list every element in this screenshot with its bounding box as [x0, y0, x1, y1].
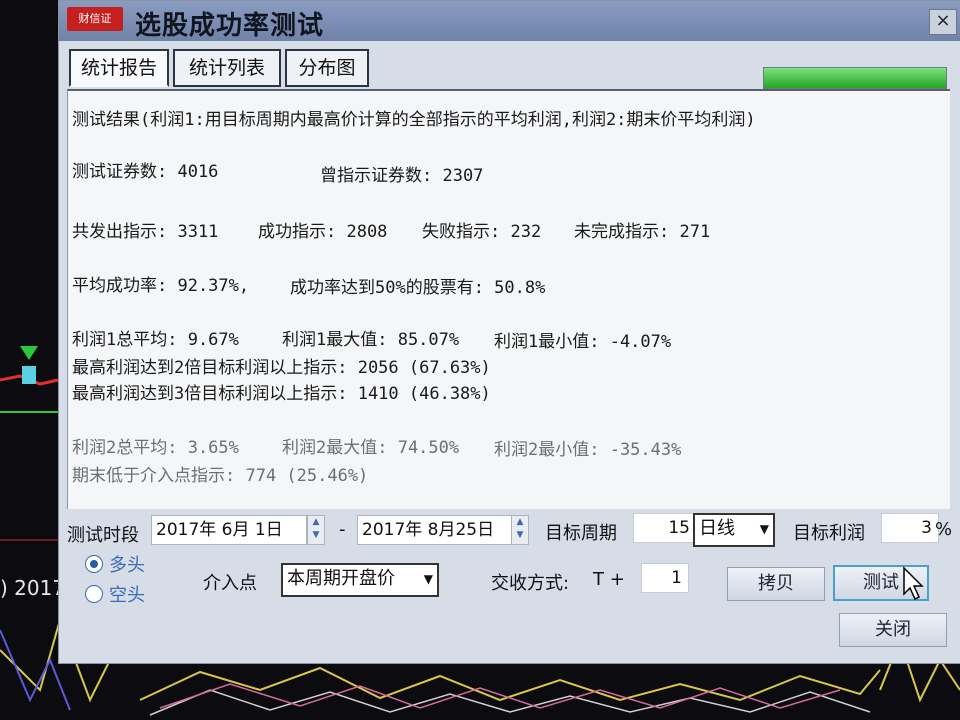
target-profit-input[interactable]: 3: [881, 513, 939, 543]
profit1-min: 利润1最小值: -4.07%: [494, 332, 672, 352]
end-date-spinner[interactable]: ▲ ▼: [511, 515, 529, 545]
success-signals: 成功指示: 2808: [258, 222, 388, 242]
close-button[interactable]: 关闭: [839, 613, 947, 647]
target-profit-label: 目标利润: [793, 523, 865, 544]
mouse-cursor-icon: [903, 566, 924, 601]
title-bar: 财信证 选股成功率测试 ×: [59, 1, 960, 41]
trade-mode-label: 交收方式:: [491, 573, 570, 594]
profit2-min: 利润2最小值: -35.43%: [494, 440, 682, 460]
chevron-down-icon: ▼: [759, 522, 769, 536]
tab-stat-report[interactable]: 统计报告: [69, 49, 169, 87]
radio-short[interactable]: [85, 585, 103, 603]
entry-point-value: 本周期开盘价: [287, 568, 395, 589]
max-profit-3x-signals: 最高利润达到3倍目标利润以上指示: 1410 (46.38%): [72, 384, 491, 404]
radio-short-label[interactable]: 空头: [109, 581, 145, 607]
radio-long[interactable]: [85, 555, 103, 573]
total-signals: 共发出指示: 3311: [72, 222, 219, 242]
progress-bar-fill: [764, 68, 946, 88]
stock-selection-success-rate-dialog: 财信证 选股成功率测试 × 统计报告 统计列表 分布图 测试结果(利润1:用目标…: [58, 0, 960, 664]
end-date-field[interactable]: 2017年 8月25日: [357, 515, 513, 545]
app-logo: 财信证: [67, 7, 123, 31]
trade-mode-prefix: T +: [593, 569, 625, 590]
tab-stat-list[interactable]: 统计列表: [173, 49, 281, 87]
test-period-label: 测试时段: [67, 525, 139, 546]
period-unit-value: 日线: [699, 518, 735, 539]
radio-selected-dot: [90, 560, 98, 568]
chevron-down-icon: ▼: [423, 572, 433, 586]
period-unit-select[interactable]: 日线 ▼: [693, 513, 775, 547]
radio-long-label[interactable]: 多头: [109, 551, 145, 577]
window-title: 选股成功率测试: [135, 11, 325, 41]
report-header: 测试结果(利润1:用目标周期内最高价计算的全部指示的平均利润,利润2:期末价平均…: [72, 110, 756, 130]
end-below-entry-signals: 期末低于介入点指示: 774 (25.46%): [72, 466, 369, 486]
stocks-over-50-rate: 成功率达到50%的股票有: 50.8%: [290, 278, 546, 298]
start-date-spinner[interactable]: ▲ ▼: [307, 515, 325, 545]
profit2-average: 利润2总平均: 3.65%: [72, 438, 239, 458]
max-profit-2x-signals: 最高利润达到2倍目标利润以上指示: 2056 (67.63%): [72, 358, 491, 378]
entry-point-select[interactable]: 本周期开盘价 ▼: [281, 563, 439, 597]
failed-signals: 失败指示: 232: [422, 222, 542, 242]
indicated-securities-count: 曾指示证券数: 2307: [320, 166, 484, 186]
tested-securities-count: 测试证券数: 4016: [72, 162, 219, 182]
profit1-average: 利润1总平均: 9.67%: [72, 330, 239, 350]
avg-success-rate: 平均成功率: 92.37%,: [72, 276, 250, 296]
percent-sign: %: [935, 519, 953, 540]
background-year-label: ) 2017: [0, 576, 66, 600]
date-range-dash: -: [339, 519, 346, 540]
tab-distribution[interactable]: 分布图: [285, 49, 369, 87]
entry-point-label: 介入点: [203, 573, 257, 594]
copy-button[interactable]: 拷贝: [727, 567, 825, 601]
stat-report-panel: 测试结果(利润1:用目标周期内最高价计算的全部指示的平均利润,利润2:期末价平均…: [67, 89, 950, 509]
trade-mode-input[interactable]: 1: [641, 563, 689, 593]
target-period-label: 目标周期: [545, 523, 617, 544]
window-close-button[interactable]: ×: [929, 9, 957, 35]
profit2-max: 利润2最大值: 74.50%: [282, 438, 460, 458]
bg-candle: [22, 366, 36, 384]
profit1-max: 利润1最大值: 85.07%: [282, 330, 460, 350]
progress-bar: [763, 67, 947, 89]
unfinished-signals: 未完成指示: 271: [574, 222, 711, 242]
start-date-field[interactable]: 2017年 6月 1日: [151, 515, 307, 545]
target-period-input[interactable]: 15: [633, 513, 697, 543]
test-parameters: 测试时段 2017年 6月 1日 ▲ ▼ - 2017年 8月25日 ▲ ▼ 目标周…: [59, 507, 960, 663]
